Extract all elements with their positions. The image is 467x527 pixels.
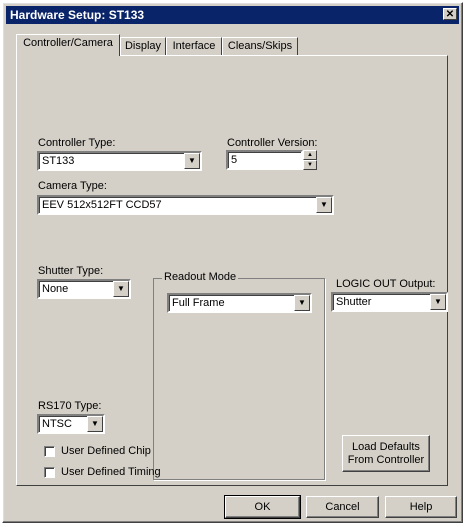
load-defaults-line1: Load Defaults xyxy=(352,441,420,453)
readout-mode-value: Full Frame xyxy=(172,297,225,309)
chevron-down-icon[interactable]: ▼ xyxy=(184,153,200,169)
tab-label: Cleans/Skips xyxy=(227,40,293,52)
arrow-down-icon[interactable]: ▼ xyxy=(303,160,317,170)
shutter-type-select[interactable]: None ▼ xyxy=(37,279,131,299)
controller-type-label: Controller Type: xyxy=(38,137,116,149)
user-defined-timing-label: User Defined Timing xyxy=(61,466,161,478)
load-defaults-button[interactable]: Load Defaults From Controller xyxy=(342,435,430,472)
camera-type-value: EEV 512x512FT CCD57 xyxy=(42,199,162,211)
chevron-down-icon[interactable]: ▼ xyxy=(87,416,103,432)
readout-mode-legend: Readout Mode xyxy=(162,271,239,283)
controller-type-value: ST133 xyxy=(42,155,75,167)
controller-version-value: 5 xyxy=(231,154,238,166)
ok-label: OK xyxy=(254,501,271,513)
cancel-label: Cancel xyxy=(325,501,360,513)
ok-button[interactable]: OK xyxy=(224,495,301,519)
shutter-type-value: None xyxy=(42,283,69,295)
shutter-type-label: Shutter Type: xyxy=(38,265,104,277)
user-defined-timing-checkbox[interactable] xyxy=(44,467,55,478)
chevron-down-icon[interactable]: ▼ xyxy=(113,281,129,297)
readout-mode-select[interactable]: Full Frame ▼ xyxy=(167,293,312,313)
arrow-up-icon[interactable]: ▲ xyxy=(303,150,317,160)
user-defined-chip-checkbox[interactable] xyxy=(44,446,55,457)
rs170-type-label: RS170 Type: xyxy=(38,400,102,412)
logic-out-value: Shutter xyxy=(336,296,372,308)
tab-label: Interface xyxy=(172,40,216,52)
user-defined-chip-label: User Defined Chip xyxy=(61,445,151,457)
help-label: Help xyxy=(409,501,433,513)
controller-version-label: Controller Version: xyxy=(227,137,318,149)
tab-display[interactable]: Display xyxy=(120,37,166,55)
chevron-down-icon[interactable]: ▼ xyxy=(294,295,310,311)
logic-out-label: LOGIC OUT Output: xyxy=(336,278,436,290)
tab-label: Controller/Camera xyxy=(23,37,113,49)
camera-type-label: Camera Type: xyxy=(38,180,107,192)
load-defaults-line2: From Controller xyxy=(347,454,425,466)
tab-label: Display xyxy=(124,40,162,52)
cancel-button[interactable]: Cancel xyxy=(306,496,379,518)
title-bar: Hardware Setup: ST133 ✕ xyxy=(6,6,459,24)
controller-version-input[interactable]: 5 xyxy=(226,150,303,170)
window-title: Hardware Setup: ST133 xyxy=(10,8,145,22)
chevron-down-icon[interactable]: ▼ xyxy=(430,294,446,310)
close-icon[interactable]: ✕ xyxy=(443,8,457,20)
camera-type-select[interactable]: EEV 512x512FT CCD57 ▼ xyxy=(37,195,334,215)
version-spinner[interactable]: ▲ ▼ xyxy=(303,150,317,170)
help-button[interactable]: Help xyxy=(385,496,457,518)
rs170-type-value: NTSC xyxy=(42,418,72,430)
tab-controller-camera[interactable]: Controller/Camera xyxy=(16,34,120,56)
logic-out-select[interactable]: Shutter ▼ xyxy=(331,292,448,312)
tab-cleans-skips[interactable]: Cleans/Skips xyxy=(222,37,298,55)
chevron-down-icon[interactable]: ▼ xyxy=(316,197,332,213)
controller-type-select[interactable]: ST133 ▼ xyxy=(37,151,202,171)
rs170-type-select[interactable]: NTSC ▼ xyxy=(37,414,105,434)
tab-interface[interactable]: Interface xyxy=(166,37,222,55)
